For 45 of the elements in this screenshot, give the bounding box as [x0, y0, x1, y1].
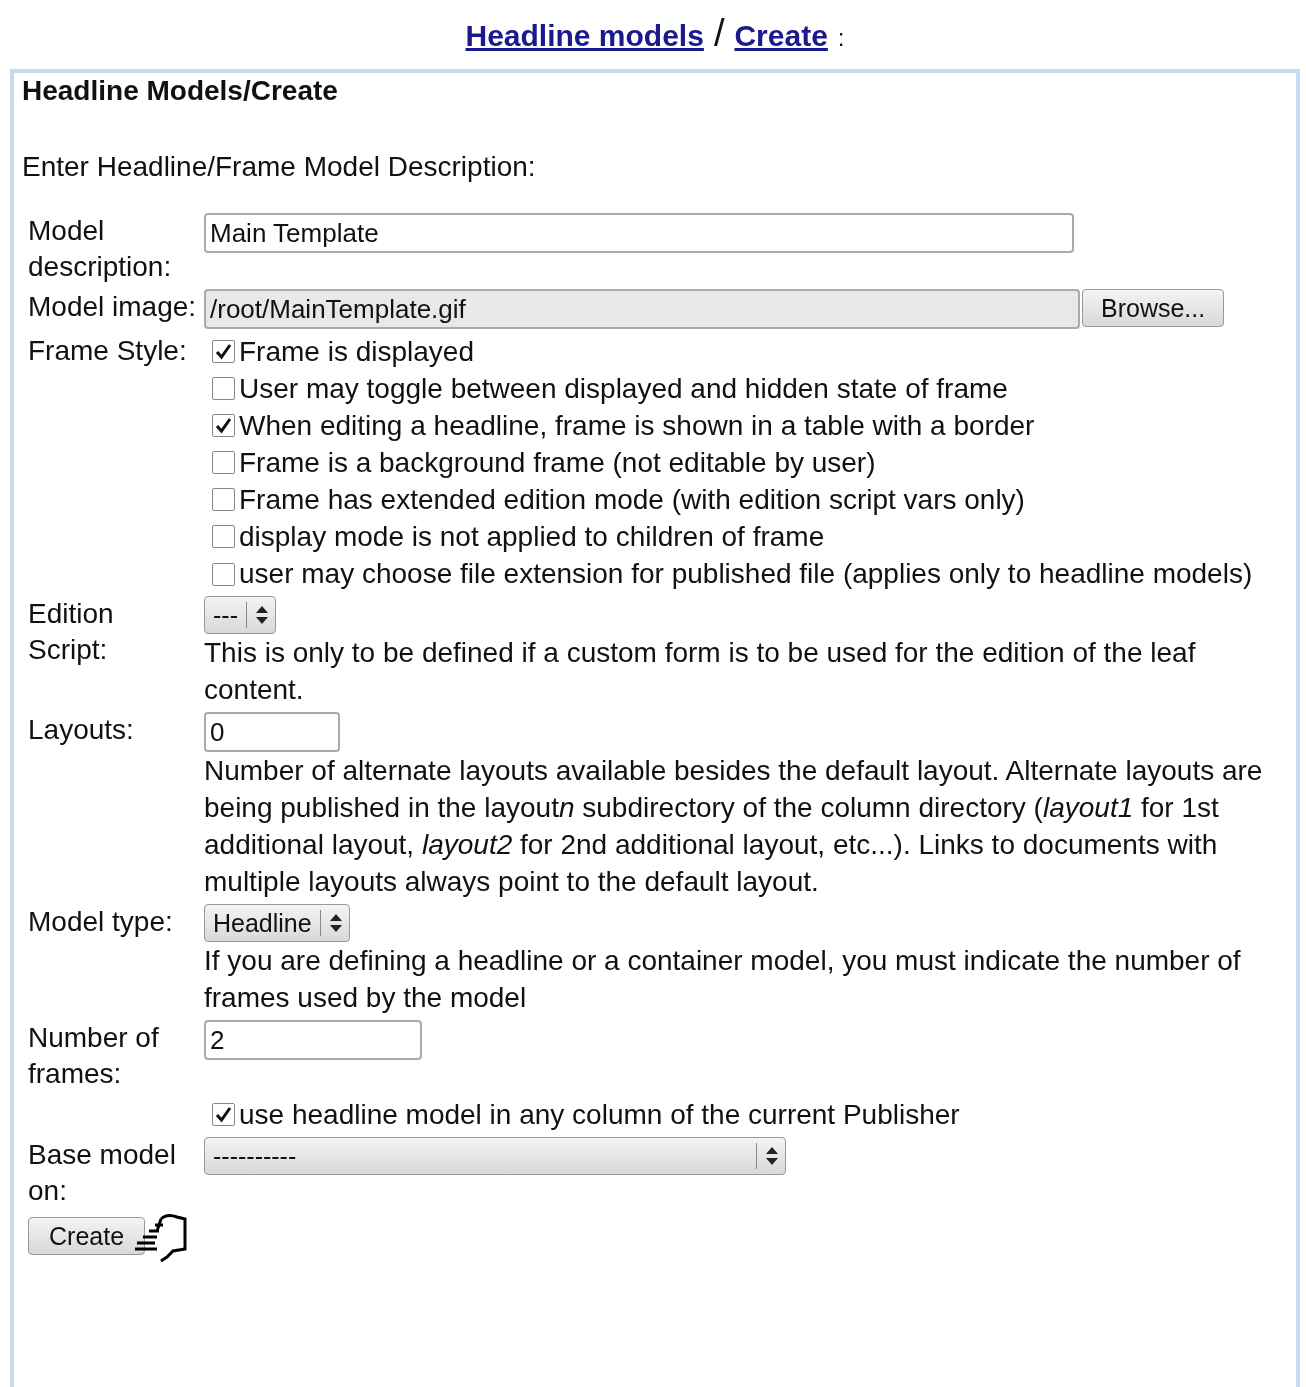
checkbox[interactable]	[212, 1103, 235, 1126]
up-down-arrows-icon	[765, 1146, 779, 1166]
field-label: Frame Style:	[28, 335, 187, 366]
up-down-arrows-icon	[328, 913, 343, 933]
field-label: Base model on:	[28, 1139, 176, 1206]
checkbox-label: Frame is displayed	[239, 335, 474, 369]
field-label: Model description:	[28, 215, 172, 282]
checkbox[interactable]	[212, 414, 235, 437]
up-down-arrows-icon	[255, 605, 269, 625]
file-path-field[interactable]: /root/MainTemplate.gif	[204, 289, 1080, 329]
browse-button[interactable]: Browse...	[1082, 289, 1225, 327]
dropdown[interactable]: ----------	[204, 1137, 786, 1175]
checkbox[interactable]	[212, 488, 235, 511]
text-field[interactable]: 2	[204, 1020, 422, 1060]
field-label: Layouts:	[28, 714, 134, 745]
checkbox[interactable]	[212, 340, 235, 363]
checkbox[interactable]	[212, 525, 235, 548]
field-label: Edition Script:	[28, 598, 114, 665]
checkbox[interactable]	[212, 563, 235, 586]
breadcrumb-link[interactable]: Headline models	[465, 19, 704, 53]
breadcrumb-separator: /	[713, 12, 725, 55]
text-field[interactable]: 0	[204, 712, 340, 752]
help-text: If you are defining a headline or a container model, you must indicate the number of frames used by the model	[204, 944, 1242, 1015]
help-text: Number of alternate layouts available besides the default layout. Alternate layouts are being published in the layoutn subdirectory of the column directory (layout1 for 1st additional layout, layout2 for 2nd additional layout, etc...). Links to documents with multiple layouts always point to the default layout.	[204, 754, 1264, 899]
checkbox-label: Frame is a background frame (not editable by user)	[239, 446, 876, 480]
field-label: Number of frames:	[28, 1022, 159, 1089]
intro-text: Enter Headline/Frame Model Description:	[22, 151, 537, 183]
breadcrumb-colon: :	[837, 24, 845, 52]
dropdown[interactable]: Headline	[204, 904, 350, 942]
checkbox[interactable]	[212, 451, 235, 474]
field-label: Model image:	[28, 291, 197, 322]
checkbox-label: use headline model in any column of the current Publisher	[239, 1098, 960, 1132]
help-text: This is only to be defined if a custom form is to be used for the edition of the leaf content.	[204, 636, 1197, 707]
checkbox-label: Frame has extended edition mode (with edition script vars only)	[239, 483, 1025, 517]
checkbox[interactable]	[212, 377, 235, 400]
checkbox-label: user may choose file extension for published file (applies only to headline models)	[239, 558, 1253, 589]
text-field[interactable]: Main Template	[204, 213, 1074, 253]
checkbox-label: display mode is not applied to children of frame	[239, 520, 825, 554]
checkbox-label: User may toggle between displayed and hidden state of frame	[239, 372, 1008, 406]
field-label: Model type:	[28, 906, 173, 937]
breadcrumb-link[interactable]: Create	[734, 19, 828, 53]
dropdown[interactable]: ---	[204, 596, 276, 634]
create-button[interactable]: Create	[28, 1217, 146, 1255]
panel-title: Headline Models/Create	[22, 75, 339, 107]
checkbox-label: When editing a headline, frame is shown in a table with a border	[239, 409, 1035, 443]
